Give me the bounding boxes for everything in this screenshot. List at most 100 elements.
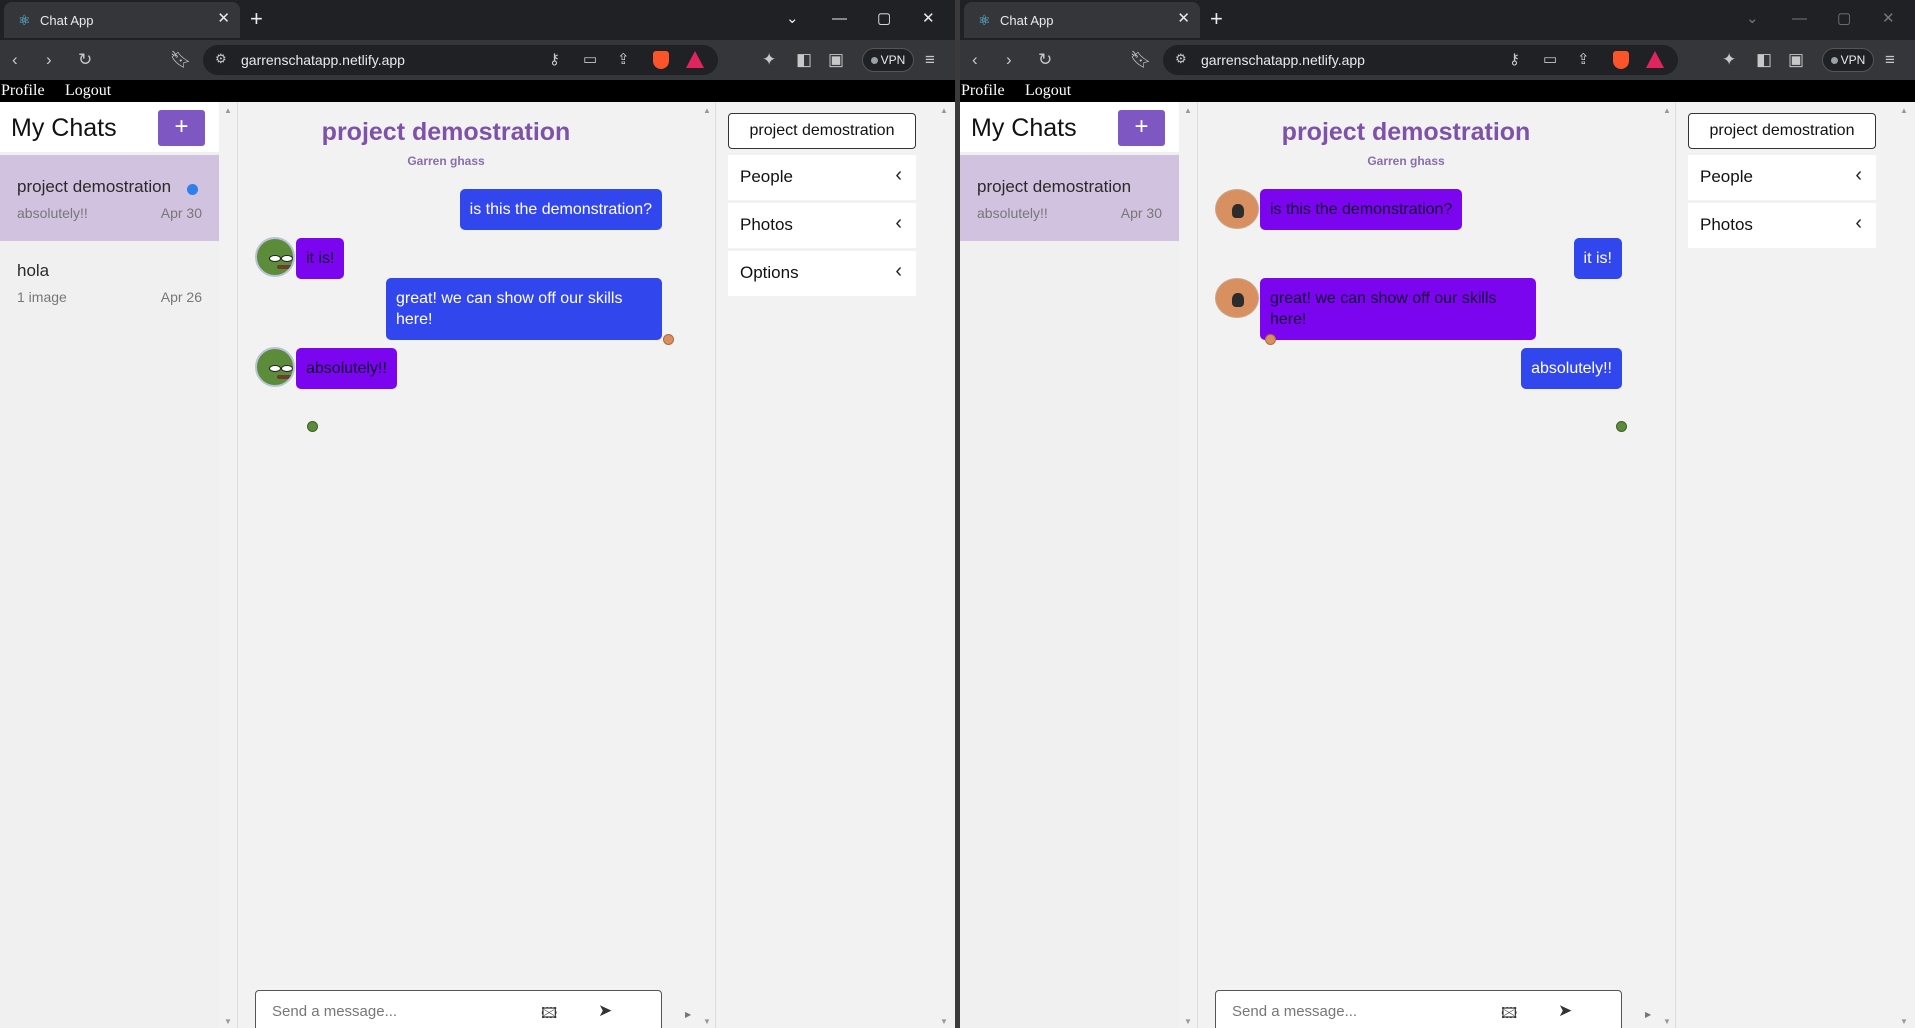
maximize-icon[interactable]: ▢ (877, 10, 891, 28)
extensions-icon[interactable]: ✦ (1722, 50, 1736, 70)
minimize-icon[interactable]: — (1792, 10, 1807, 28)
brave-shields-icon[interactable] (653, 51, 669, 69)
scroll-up-icon[interactable]: ▲ (1663, 106, 1671, 115)
scroll-up-icon[interactable]: ▲ (1900, 106, 1908, 115)
people-accordion[interactable]: People ‹ (728, 155, 916, 200)
address-bar[interactable]: ⚙ garrenschatapp.netlify.app ⚷ ▭ ⇪ (203, 45, 718, 75)
chevron-left-icon: ‹ (895, 212, 902, 234)
minimize-icon[interactable]: — (832, 10, 847, 28)
new-tab-icon[interactable]: + (250, 6, 263, 32)
wallet-icon[interactable]: ▣ (1788, 50, 1804, 70)
wallet-icon[interactable]: ▣ (828, 50, 844, 70)
scroll-down-icon[interactable]: ▼ (1663, 1017, 1671, 1026)
scroll-down-icon[interactable]: ▼ (1184, 1017, 1192, 1026)
chat-list-item[interactable]: project demostration absolutely!! Apr 30 (0, 155, 219, 241)
forward-icon[interactable]: › (46, 50, 52, 70)
share-icon[interactable]: ⇪ (617, 50, 630, 68)
bookmark-icon[interactable]: 🔖︎ (1130, 50, 1152, 70)
scroll-down-icon[interactable]: ▼ (1900, 1017, 1908, 1026)
sidebar-toggle-icon[interactable]: ◧ (796, 50, 812, 70)
logout-link[interactable]: Logout (65, 82, 111, 100)
image-icon[interactable]: 🖾 (541, 1003, 557, 1028)
people-accordion[interactable]: People ‹ (1688, 155, 1876, 200)
message-input[interactable] (1224, 992, 1484, 1028)
share-icon[interactable]: ⇪ (1577, 50, 1590, 68)
key-icon[interactable]: ⚷ (1509, 50, 1520, 68)
sidebar-scrollbar[interactable]: ▲ ▼ (220, 102, 236, 1028)
frog-eye-right (281, 255, 293, 262)
vpn-button[interactable]: VPN (862, 48, 914, 72)
close-tab-icon[interactable]: ✕ (1177, 11, 1190, 27)
read-receipt-avatar (307, 421, 318, 432)
cast-icon[interactable]: ▭ (1543, 50, 1557, 68)
react-icon: ⚛ (978, 12, 991, 28)
maximize-icon[interactable]: ▢ (1837, 10, 1851, 28)
sidebar-scrollbar[interactable]: ▲ ▼ (1180, 102, 1196, 1028)
image-icon[interactable]: 🖾 (1501, 1003, 1517, 1028)
sidebar-toggle-icon[interactable]: ◧ (1756, 50, 1772, 70)
page-scrollbar[interactable]: ▲ ▼ (936, 102, 952, 1028)
profile-link[interactable]: Profile (1, 82, 45, 100)
title-bar: ⚛ Chat App ✕ + ⌄ — ▢ ✕ (0, 0, 955, 40)
new-chat-button[interactable]: + (158, 110, 205, 146)
scroll-right-icon[interactable]: ▶ (1645, 1010, 1651, 1019)
cast-icon[interactable]: ▭ (583, 50, 597, 68)
chat-window: project demostration Garren ghass is thi… (1197, 102, 1676, 1028)
chat-list-item[interactable]: hola 1 image Apr 26 (0, 239, 219, 325)
menu-icon[interactable]: ≡ (1885, 50, 1895, 70)
scroll-down-icon[interactable]: ▼ (224, 1017, 232, 1026)
chat-date: Apr 30 (1120, 205, 1162, 221)
brave-rewards-icon[interactable] (686, 51, 704, 68)
menu-icon[interactable]: ≡ (925, 50, 935, 70)
brave-shields-icon[interactable] (1613, 51, 1629, 69)
logout-link[interactable]: Logout (1025, 82, 1071, 100)
photos-accordion[interactable]: Photos ‹ (728, 203, 916, 248)
tab-search-icon[interactable]: ⌄ (786, 10, 799, 28)
message-input[interactable] (264, 992, 524, 1028)
options-accordion[interactable]: Options ‹ (728, 251, 916, 296)
photos-accordion[interactable]: Photos ‹ (1688, 203, 1876, 248)
react-icon: ⚛ (18, 12, 31, 28)
new-tab-icon[interactable]: + (1210, 6, 1223, 32)
extensions-icon[interactable]: ✦ (762, 50, 776, 70)
chat-title: project demostration (321, 118, 571, 146)
scroll-up-icon[interactable]: ▲ (703, 106, 711, 115)
profile-link[interactable]: Profile (961, 82, 1005, 100)
scroll-up-icon[interactable]: ▲ (940, 106, 948, 115)
options-label: Options (740, 263, 799, 282)
send-icon[interactable]: ➤ (1558, 1001, 1572, 1021)
vpn-button[interactable]: VPN (1822, 48, 1874, 72)
scroll-down-icon[interactable]: ▼ (703, 1017, 711, 1026)
back-icon[interactable]: ‹ (972, 50, 978, 70)
bookmark-icon[interactable]: 🔖︎ (170, 50, 192, 70)
scroll-up-icon[interactable]: ▲ (224, 106, 232, 115)
tab-search-icon[interactable]: ⌄ (1746, 10, 1759, 28)
address-bar[interactable]: ⚙ garrenschatapp.netlify.app ⚷ ▭ ⇪ (1163, 45, 1678, 75)
browser-tab[interactable]: ⚛ Chat App ✕ (4, 2, 240, 38)
site-settings-icon[interactable]: ⚙ (215, 51, 227, 67)
page-scrollbar[interactable]: ▲ ▼ (1896, 102, 1912, 1028)
chat-app-page: Profile Logout My Chats + project demost… (960, 80, 1915, 1028)
back-icon[interactable]: ‹ (12, 50, 18, 70)
brave-rewards-icon[interactable] (1646, 51, 1664, 68)
title-bar: ⚛ Chat App ✕ + ⌄ — ▢ ✕ (960, 0, 1915, 40)
close-tab-icon[interactable]: ✕ (217, 11, 230, 27)
scroll-down-icon[interactable]: ▼ (940, 1017, 948, 1026)
scroll-up-icon[interactable]: ▲ (1184, 106, 1192, 115)
chat-scrollbar[interactable]: ▲ ▼ (699, 102, 715, 1028)
browser-tab[interactable]: ⚛ Chat App ✕ (964, 2, 1200, 38)
screen: ⚛ Chat App ✕ + ⌄ — ▢ ✕ ‹ › ↻ 🔖︎ ⚙ garren… (0, 0, 1915, 1028)
new-chat-button[interactable]: + (1118, 110, 1165, 146)
send-icon[interactable]: ➤ (598, 1001, 612, 1021)
chat-list-item[interactable]: project demostration absolutely!! Apr 30 (960, 155, 1179, 241)
forward-icon[interactable]: › (1006, 50, 1012, 70)
close-window-icon[interactable]: ✕ (1882, 10, 1895, 28)
key-icon[interactable]: ⚷ (549, 50, 560, 68)
my-chats-title: My Chats (11, 114, 117, 142)
reload-icon[interactable]: ↻ (78, 50, 92, 70)
close-window-icon[interactable]: ✕ (922, 10, 935, 28)
reload-icon[interactable]: ↻ (1038, 50, 1052, 70)
site-settings-icon[interactable]: ⚙ (1175, 51, 1187, 67)
chat-scrollbar[interactable]: ▲ ▼ (1659, 102, 1675, 1028)
scroll-right-icon[interactable]: ▶ (685, 1010, 691, 1019)
